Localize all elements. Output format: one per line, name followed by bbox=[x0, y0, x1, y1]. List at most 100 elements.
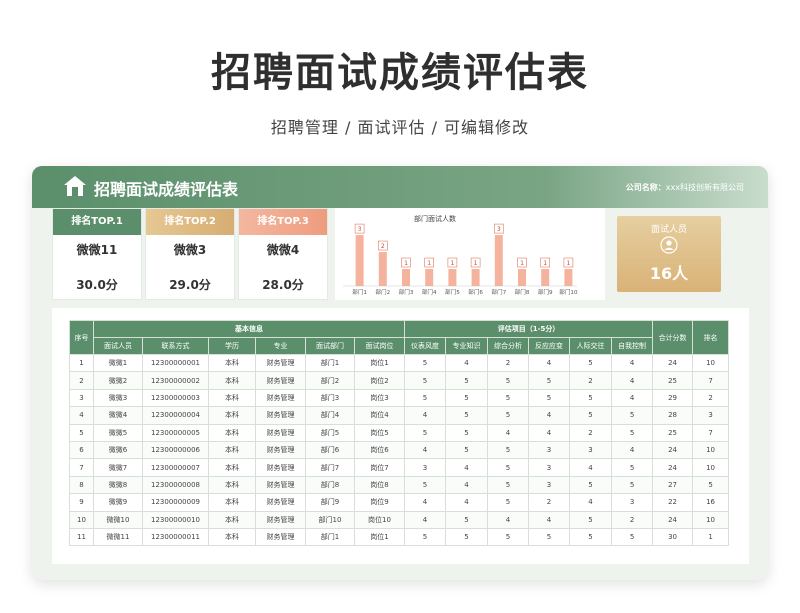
table-cell: 4 bbox=[404, 440, 447, 460]
table-row[interactable]: 7 微微7 12300000007 本科 财务管理 部门7 岗位7 3 4 5 3 4 5 24 10 bbox=[69, 458, 730, 477]
table-cell: 12300000010 bbox=[142, 510, 209, 529]
table-row[interactable]: 8 微微8 12300000008 本科 财务管理 部门8 岗位8 5 4 5 3 5 5 27 5 bbox=[69, 475, 730, 495]
table-cell: 4 bbox=[611, 371, 654, 390]
table-cell: 4 bbox=[569, 493, 613, 512]
chart-tick-label: 部门2 bbox=[375, 288, 390, 296]
table-cell: 部门5 bbox=[305, 423, 355, 442]
chart-tick-label: 部门9 bbox=[538, 288, 553, 296]
chart-bar bbox=[402, 269, 410, 286]
table-cell: 本科 bbox=[208, 440, 256, 460]
table-cell: 5 bbox=[528, 527, 571, 547]
chart-data-label: 1 bbox=[520, 260, 524, 267]
table-cell: 4 bbox=[611, 440, 654, 460]
table-cell: 5 bbox=[528, 371, 571, 390]
table-row[interactable]: 10 微微10 12300000010 本科 财务管理 部门10 岗位10 4 5 4 4 5 2 24 1… bbox=[69, 510, 730, 529]
company-value: xxx科技创新有限公司 bbox=[665, 183, 744, 192]
chart-bar bbox=[541, 269, 550, 286]
table-cell: 部门9 bbox=[305, 493, 355, 512]
table-row[interactable]: 11 微微11 12300000011 本科 财务管理 部门1 岗位1 5 5 5 5 5 5 30 1 bbox=[69, 527, 730, 547]
table-cell: 5 bbox=[487, 388, 530, 408]
table-cell: 微微7 bbox=[93, 458, 143, 477]
table-cell: 24 bbox=[652, 353, 694, 373]
table-cell: 5 bbox=[692, 475, 730, 495]
table-cell: 5 bbox=[445, 388, 489, 408]
table-cell: 微微6 bbox=[93, 440, 143, 460]
table-cell: 岗位3 bbox=[353, 388, 406, 408]
table-cell: 岗位7 bbox=[353, 458, 406, 477]
table-cell: 4 bbox=[528, 423, 571, 442]
table-cell: 24 bbox=[652, 510, 694, 529]
column-header: 专业知识 bbox=[445, 337, 489, 355]
rank-card-score: 29.0分 bbox=[169, 278, 211, 292]
stat-value: 16人 bbox=[649, 264, 689, 283]
table-cell: 5 bbox=[487, 527, 530, 547]
table-cell: 部门1 bbox=[305, 527, 355, 547]
table-cell: 24 bbox=[652, 440, 694, 460]
chart-data-label: 2 bbox=[381, 243, 385, 250]
table-cell: 5 bbox=[404, 388, 447, 408]
table-row[interactable]: 1 微微1 12300000001 本科 财务管理 部门1 岗位1 5 4 2 4 5 4 24 10 bbox=[69, 353, 730, 373]
chart-bar bbox=[448, 269, 457, 286]
department-chart-card: 部门面试人数 3 部门1 2 部门2 1 部门3 1 部门4 1 部门5 1 部门6 3 部门7 1 部门8 1… bbox=[335, 208, 605, 300]
table-cell: 7 bbox=[692, 371, 730, 390]
table-row[interactable]: 6 微微6 12300000006 本科 财务管理 部门6 岗位6 4 5 5 3 3 4 24 10 bbox=[69, 440, 730, 460]
table-cell: 部门7 bbox=[305, 458, 355, 477]
column-header: 人际交往 bbox=[569, 337, 613, 355]
table-row[interactable]: 4 微微4 12300000004 本科 财务管理 部门4 岗位4 4 5 5 4 5 5 28 3 bbox=[69, 406, 730, 425]
table-cell: 1 bbox=[692, 527, 730, 547]
table-cell: 5 bbox=[487, 406, 530, 425]
table-cell: 24 bbox=[652, 458, 694, 477]
chart-data-label: 1 bbox=[427, 260, 431, 267]
table-cell: 5 bbox=[569, 510, 613, 529]
table-cell: 财务管理 bbox=[255, 388, 306, 408]
table-cell: 2 bbox=[569, 423, 613, 442]
table-cell: 5 bbox=[487, 458, 530, 477]
table-cell: 12300000007 bbox=[142, 458, 209, 477]
table-cell: 部门8 bbox=[305, 475, 355, 495]
table-cell: 5 bbox=[69, 423, 94, 442]
table-cell: 岗位8 bbox=[353, 475, 406, 495]
company-info: 公司名称：xxx科技创新有限公司 bbox=[626, 182, 744, 193]
table-cell: 4 bbox=[404, 493, 447, 512]
table-cell: 5 bbox=[445, 406, 489, 425]
table-cell: 27 bbox=[652, 475, 694, 495]
table-cell: 微微2 bbox=[93, 371, 143, 390]
home-icon bbox=[64, 176, 86, 196]
table-row[interactable]: 5 微微5 12300000005 本科 财务管理 部门5 岗位5 5 5 4 4 2 5 25 7 bbox=[69, 423, 730, 442]
department-bar-chart: 3 部门1 2 部门2 1 部门3 1 部门4 1 部门5 1 部门6 3 部门7 1 部门8 1 部门9 1 部门1… bbox=[343, 223, 578, 296]
company-label: 公司名称： bbox=[625, 183, 666, 192]
table-row[interactable]: 3 微微3 12300000003 本科 财务管理 部门3 岗位3 5 5 5 5 5 4 29 2 bbox=[69, 388, 730, 408]
table-cell: 5 bbox=[569, 406, 613, 425]
table-row[interactable]: 9 微微9 12300000009 本科 财务管理 部门9 岗位9 4 4 5 2 4 3 22 16 bbox=[69, 493, 730, 512]
table-cell: 本科 bbox=[208, 371, 256, 390]
page-subtitle: 招聘管理 / 面试评估 / 可编辑修改 bbox=[270, 118, 530, 137]
table-cell: 12300000009 bbox=[142, 493, 209, 512]
page-title: 招聘面试成绩评估表 bbox=[211, 50, 589, 96]
table-cell: 部门1 bbox=[305, 353, 355, 373]
header-group-basic: 基本信息 bbox=[92, 320, 406, 338]
table-cell: 4 bbox=[569, 458, 613, 477]
table-cell: 4 bbox=[528, 406, 571, 425]
table-cell: 2 bbox=[528, 493, 571, 512]
rank-card-score: 30.0分 bbox=[76, 278, 118, 292]
table-cell: 部门4 bbox=[305, 406, 355, 425]
table-cell: 5 bbox=[569, 353, 613, 373]
table-cell: 3 bbox=[528, 458, 571, 477]
table-cell: 10 bbox=[692, 510, 730, 529]
column-header: 仪表风度 bbox=[404, 337, 447, 355]
table-row[interactable]: 2 微微2 12300000002 本科 财务管理 部门2 岗位2 5 5 5 5 2 4 25 7 bbox=[69, 371, 730, 390]
table-cell: 岗位2 bbox=[353, 371, 406, 390]
score-table-panel: 序号 基本信息 评估项目（1-5分） 合计分数 排名 面试人员 联系方式 学历 专业面… bbox=[52, 308, 749, 564]
chart-bar bbox=[378, 252, 387, 286]
table-cell: 7 bbox=[69, 458, 94, 477]
table-cell: 本科 bbox=[208, 510, 256, 529]
table-cell: 财务管理 bbox=[255, 527, 306, 547]
column-header: 面试岗位 bbox=[353, 337, 406, 355]
table-cell: 部门2 bbox=[305, 371, 355, 390]
table-cell: 财务管理 bbox=[255, 493, 306, 512]
rank-card-2: 排名TOP.2 微微3 29.0分 bbox=[145, 208, 235, 300]
table-cell: 本科 bbox=[208, 475, 256, 495]
column-header-row: 面试人员 联系方式 学历 专业 面试部门 面试岗位 仪表风度 专业知识 综合分析 反应应变 人际交往… bbox=[70, 337, 729, 355]
chart-tick-label: 部门10 bbox=[559, 288, 578, 296]
column-header: 综合分析 bbox=[487, 337, 530, 355]
